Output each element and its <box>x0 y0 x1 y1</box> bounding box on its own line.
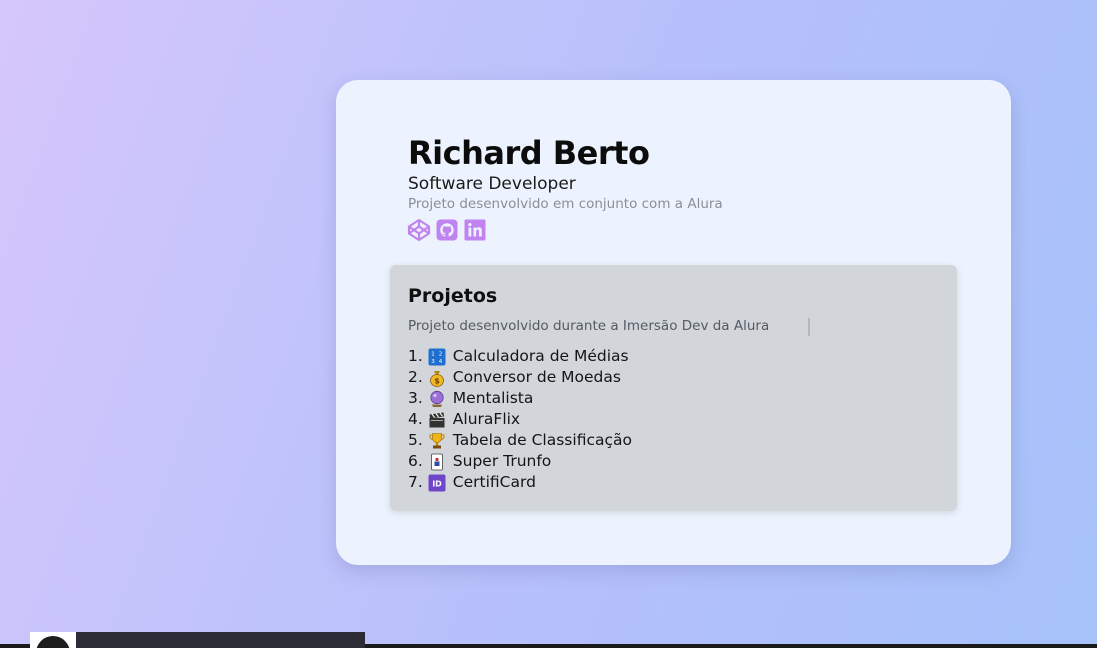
github-icon <box>435 218 459 246</box>
playing-card-icon <box>428 452 447 471</box>
projects-title: Projetos <box>408 285 498 307</box>
svg-text:$: $ <box>435 376 441 385</box>
project-number: 5. <box>408 431 423 449</box>
project-item[interactable]: 5. Tabela de Classificação <box>408 430 632 451</box>
project-label: Mentalista <box>452 389 534 407</box>
numbers-icon: 1 2 3 4 <box>428 347 447 366</box>
clapper-board-icon <box>428 410 447 429</box>
media-widget[interactable] <box>30 632 365 648</box>
project-item[interactable]: 4. AluraFlix <box>408 409 632 430</box>
project-item[interactable]: 2. $ Conversor de Moedas <box>408 367 632 388</box>
profile-card: Richard Berto Software Developer Projeto… <box>336 80 1011 565</box>
profile-role: Software Developer <box>408 174 576 194</box>
social-links <box>407 218 487 246</box>
linkedin-icon <box>463 218 487 246</box>
svg-text:1: 1 <box>432 351 436 357</box>
project-item[interactable]: 6. Super Trunfo <box>408 451 632 472</box>
projects-panel: Projetos Projeto desenvolvido durante a … <box>390 265 957 511</box>
codepen-icon <box>407 218 431 246</box>
project-number: 6. <box>408 452 423 470</box>
project-label: Tabela de Classificação <box>452 431 632 449</box>
profile-subtitle: Projeto desenvolvido em conjunto com a A… <box>408 196 723 212</box>
media-thumbnail <box>30 632 76 648</box>
id-icon: ID <box>428 473 447 492</box>
svg-text:3: 3 <box>432 359 436 365</box>
project-number: 1. <box>408 347 423 365</box>
trophy-icon <box>428 431 447 450</box>
svg-text:2: 2 <box>439 351 443 357</box>
avatar <box>36 636 70 648</box>
project-item[interactable]: 7. ID CertifiCard <box>408 472 632 493</box>
project-label: Calculadora de Médias <box>452 347 629 365</box>
projects-list: 1. 1 2 3 4 Calculadora de Médias 2. $ Co… <box>408 346 632 493</box>
codepen-link[interactable] <box>407 218 431 246</box>
project-label: AluraFlix <box>452 410 521 428</box>
svg-text:ID: ID <box>432 479 442 488</box>
project-label: Super Trunfo <box>452 452 552 470</box>
typing-cursor <box>808 318 810 336</box>
svg-text:4: 4 <box>439 359 443 365</box>
project-number: 7. <box>408 473 423 491</box>
project-number: 2. <box>408 368 423 386</box>
project-label: CertifiCard <box>452 473 536 491</box>
project-item[interactable]: 3. Mentalista <box>408 388 632 409</box>
project-number: 3. <box>408 389 423 407</box>
crystal-ball-icon <box>428 389 447 408</box>
project-number: 4. <box>408 410 423 428</box>
project-item[interactable]: 1. 1 2 3 4 Calculadora de Médias <box>408 346 632 367</box>
github-link[interactable] <box>435 218 459 246</box>
project-label: Conversor de Moedas <box>452 368 621 386</box>
linkedin-link[interactable] <box>463 218 487 246</box>
money-bag-icon: $ <box>428 368 447 387</box>
projects-description: Projeto desenvolvido durante a Imersão D… <box>408 318 770 334</box>
profile-name: Richard Berto <box>408 134 650 172</box>
